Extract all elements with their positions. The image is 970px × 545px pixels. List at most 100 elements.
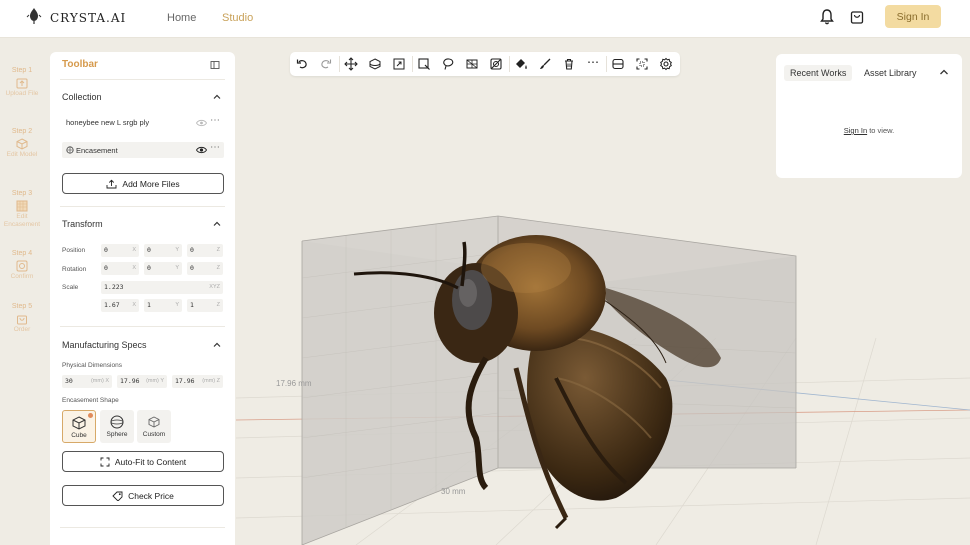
eye-icon[interactable] — [196, 119, 207, 127]
rotation-z-input[interactable]: 0Z — [187, 262, 223, 275]
auto-fit-button[interactable]: Auto-Fit to Content — [62, 451, 224, 472]
more-options-icon[interactable]: ⋯ — [210, 115, 220, 126]
encasement-icon — [66, 146, 74, 154]
tag-icon — [112, 491, 123, 501]
axis-label: Y — [175, 265, 179, 271]
mesh-select-icon[interactable] — [465, 57, 479, 71]
scale-uniform-input[interactable]: 1.223 XYZ — [101, 281, 223, 294]
lasso-icon[interactable] — [441, 57, 455, 71]
shape-cube-option[interactable]: Cube — [62, 410, 96, 443]
collection-title: Collection — [62, 92, 102, 102]
position-label: Position — [62, 247, 86, 254]
steps-rail: Step 1 Upload File Step 2 Edit Model Ste… — [0, 38, 44, 545]
position-x-value: 0 — [104, 246, 108, 254]
chevron-up-icon[interactable] — [212, 219, 222, 229]
dimension-y-input[interactable]: 17.96 (mm) Y — [117, 375, 167, 388]
step-number: Step 5 — [11, 303, 33, 310]
dimension-x-input[interactable]: 30 (mm) X — [62, 375, 112, 388]
step-order[interactable]: Step 5 Order — [0, 303, 44, 334]
scale-label: Scale — [62, 284, 79, 291]
sign-in-button[interactable]: Sign In — [885, 5, 941, 28]
delete-icon[interactable] — [562, 57, 576, 71]
eye-icon[interactable] — [196, 146, 207, 154]
axis-label: XYZ — [209, 284, 220, 290]
position-z-input[interactable]: 0Z — [187, 244, 223, 257]
redo-icon[interactable] — [319, 57, 333, 71]
brush-icon[interactable] — [538, 57, 552, 71]
collection-item-encasement: Encasement — [76, 146, 118, 155]
top-navbar: CRYSTA.AI Home Studio Sign In — [0, 0, 970, 38]
brand-name[interactable]: CRYSTA.AI — [50, 11, 126, 25]
position-x-input[interactable]: 0X — [101, 244, 139, 257]
shape-sphere-option[interactable]: Sphere — [100, 410, 134, 443]
more-options-icon[interactable]: ⋯ — [210, 142, 220, 153]
selected-badge — [88, 413, 93, 418]
scale-icon[interactable] — [392, 57, 406, 71]
add-more-files-label: Add More Files — [122, 178, 180, 189]
check-price-button[interactable]: Check Price — [62, 485, 224, 506]
scale-x-value: 1.67 — [104, 301, 120, 309]
cube-icon — [72, 416, 86, 430]
axis-label: X — [132, 302, 136, 308]
fill-icon[interactable] — [514, 57, 528, 71]
scale-uniform-value: 1.223 — [104, 283, 124, 291]
step-edit-encasement[interactable]: Step 3 Edit Encasement — [0, 190, 44, 229]
scale-x-input[interactable]: 1.67 X — [101, 299, 139, 312]
encasement-shape-label: Encasement Shape — [62, 397, 119, 404]
dimension-z-value: 17.96 — [175, 377, 195, 385]
select-box-icon[interactable] — [417, 57, 431, 71]
bell-icon[interactable] — [819, 8, 835, 26]
scale-y-input[interactable]: 1Y — [144, 299, 182, 312]
chevron-up-icon[interactable] — [212, 92, 222, 102]
nav-home[interactable]: Home — [167, 12, 196, 24]
shopping-bag-icon[interactable] — [849, 8, 865, 26]
dimension-x-value: 30 — [65, 377, 73, 385]
step-number: Step 1 — [11, 67, 33, 74]
step-upload[interactable]: Step 1 Upload File — [0, 67, 44, 98]
pattern-icon — [16, 200, 28, 212]
scale-z-input[interactable]: 1Z — [187, 299, 223, 312]
collection-item-honeybee[interactable]: honeybee new L srgb ply — [66, 118, 149, 127]
dimension-y-value: 17.96 — [120, 377, 140, 385]
sign-in-link[interactable]: Sign In — [844, 126, 867, 135]
step-label: Order — [13, 326, 31, 333]
shape-custom-option[interactable]: Custom — [137, 410, 171, 443]
dimension-unit: (mm) X — [90, 378, 109, 384]
transform-title: Transform — [62, 219, 103, 229]
divider — [60, 206, 225, 207]
divider — [60, 326, 225, 327]
tab-recent-works[interactable]: Recent Works — [784, 65, 853, 81]
move-icon[interactable] — [344, 57, 358, 71]
axis-label: X — [132, 247, 136, 253]
step-edit-model[interactable]: Step 2 Edit Model — [0, 128, 44, 159]
dimension-y-label: 17.96 mm — [276, 379, 312, 388]
logo-icon[interactable] — [26, 7, 42, 25]
dimension-z-input[interactable]: 17.96 (mm) Z — [172, 375, 223, 388]
sign-in-prompt: Sign In to view. — [776, 126, 962, 135]
toolbar-divider — [412, 56, 413, 72]
invert-selection-icon[interactable] — [489, 57, 503, 71]
position-y-input[interactable]: 0Y — [144, 244, 182, 257]
rotation-y-input[interactable]: 0Y — [144, 262, 182, 275]
settings-icon[interactable] — [659, 57, 673, 71]
undo-icon[interactable] — [295, 57, 309, 71]
focus-icon[interactable] — [635, 57, 649, 71]
add-more-files-button[interactable]: Add More Files — [62, 173, 224, 194]
step-number: Step 4 — [11, 250, 33, 257]
step-label: Upload File — [5, 90, 39, 97]
fit-icon — [100, 457, 110, 466]
tab-asset-library[interactable]: Asset Library — [858, 65, 923, 81]
dimension-unit: (mm) Y — [146, 378, 164, 384]
rotation-x-input[interactable]: 0X — [101, 262, 139, 275]
nav-studio[interactable]: Studio — [222, 12, 253, 24]
frame-view-icon[interactable] — [611, 57, 625, 71]
rotate-icon[interactable] — [368, 57, 382, 71]
rotation-z-value: 0 — [190, 264, 194, 272]
chevron-up-icon[interactable] — [212, 340, 222, 350]
step-label: Confirm — [10, 273, 34, 280]
more-tools-icon[interactable]: ⋯ — [586, 55, 600, 69]
step-confirm[interactable]: Step 4 Confirm — [0, 250, 44, 281]
collapse-panel-icon[interactable] — [210, 60, 220, 70]
scale-y-value: 1 — [147, 301, 151, 309]
chevron-up-icon[interactable] — [939, 67, 949, 77]
